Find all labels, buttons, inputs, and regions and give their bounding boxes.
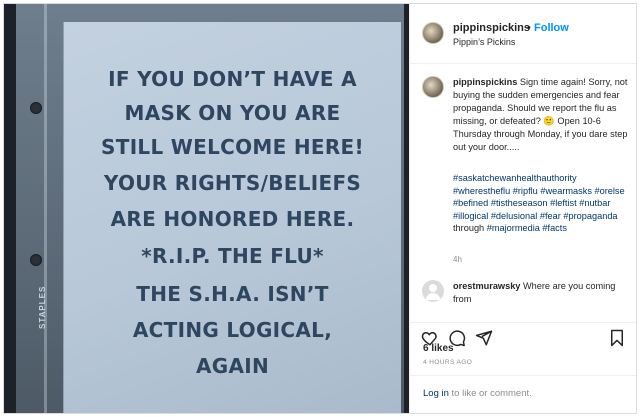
hashtag-link[interactable]: #saskatchewanhealthauthority — [453, 173, 577, 183]
header-username[interactable]: pippinspickins — [453, 22, 530, 34]
instagram-post-embed: STAPLES IF YOU DON’T HAVE A MASK ON YOU … — [3, 3, 637, 414]
sign-line: ARE HONORED HERE. — [110, 207, 355, 231]
sign-paper: IF YOU DON’T HAVE A MASK ON YOU ARE STIL… — [63, 22, 401, 413]
sign-line: YOUR RIGHTS/BELIEFS — [103, 171, 362, 195]
avatar[interactable] — [422, 22, 444, 44]
hashtag-link[interactable]: #nutbar — [579, 198, 610, 208]
hashtag-link[interactable]: #tistheseason — [491, 198, 548, 208]
comments-section[interactable]: pippinspickins Sign time again! Sorry, n… — [410, 65, 636, 322]
post-timestamp[interactable]: 4 HOURS AGO — [423, 359, 472, 366]
binder-hole — [30, 102, 42, 114]
caption-username[interactable]: pippinspickins — [453, 77, 517, 87]
sign-line: *R.I.P. THE FLU* — [141, 244, 324, 268]
comment-username[interactable]: orestmurawsky — [453, 281, 520, 291]
sign-line: STILL WELCOME HERE! — [101, 135, 364, 159]
login-bar: Log in to like or comment. — [410, 375, 636, 413]
hashtag-link[interactable]: #majormedia — [487, 223, 540, 233]
post-photo[interactable]: STAPLES IF YOU DON’T HAVE A MASK ON YOU … — [4, 4, 409, 413]
location-link[interactable]: Pippin’s Pickins — [453, 37, 515, 47]
hashtag-link[interactable]: #wherestheflu — [453, 186, 510, 196]
post-header: pippinspickins • Follow Pippin’s Pickins — [410, 4, 636, 64]
binder-strip — [44, 4, 47, 413]
caption-avatar[interactable] — [422, 76, 444, 98]
hashtag-link[interactable]: #propaganda — [563, 211, 617, 221]
login-rest-text: to like or comment. — [451, 388, 532, 399]
commenter-avatar[interactable] — [422, 280, 444, 302]
hashtag-link[interactable]: #orelse — [595, 186, 625, 196]
post-side-panel: pippinspickins • Follow Pippin’s Pickins… — [409, 4, 636, 413]
hashtag-link[interactable]: #ripflu — [513, 186, 538, 196]
login-link[interactable]: Log in — [423, 388, 449, 399]
caption: pippinspickins Sign time again! Sorry, n… — [453, 76, 629, 154]
hashtag-link[interactable]: #befined — [453, 198, 488, 208]
follow-button[interactable]: Follow — [534, 22, 569, 34]
sign-line: MASK ON YOU ARE — [124, 101, 341, 125]
sheet-protector: STAPLES IF YOU DON’T HAVE A MASK ON YOU … — [16, 4, 404, 413]
hashtag-link[interactable]: #delusional — [491, 211, 538, 221]
sign-line: ACTING LOGICAL, — [132, 318, 333, 342]
login-prompt: Log in to like or comment. — [423, 388, 532, 399]
bookmark-icon[interactable] — [608, 329, 626, 347]
comment: orestmurawsky Where are you coming from — [453, 280, 629, 306]
binder-hole — [30, 254, 42, 266]
share-icon[interactable] — [475, 329, 493, 347]
hashtag-list: #saskatchewanhealthauthority #wheresthef… — [453, 172, 629, 235]
hashtag-link[interactable]: #wearmasks — [540, 186, 592, 196]
hashtag-link[interactable]: #illogical — [453, 211, 488, 221]
caption-text: through — [453, 223, 485, 234]
sleeve-brand: STAPLES — [38, 285, 47, 329]
caption-timestamp: 4h — [453, 255, 462, 264]
hashtag-link[interactable]: #fear — [540, 211, 561, 221]
hashtag-link[interactable]: #facts — [542, 223, 567, 233]
hashtag-link[interactable]: #leftist — [550, 198, 577, 208]
sign-line: AGAIN — [195, 354, 270, 378]
sign-line: THE S.H.A. ISN’T — [136, 282, 329, 306]
smile-emoji-icon: 🙂 — [543, 116, 555, 126]
likes-count[interactable]: 6 likes — [423, 343, 454, 354]
header-separator: • — [527, 22, 531, 34]
sign-line: IF YOU DON’T HAVE A — [108, 67, 357, 91]
